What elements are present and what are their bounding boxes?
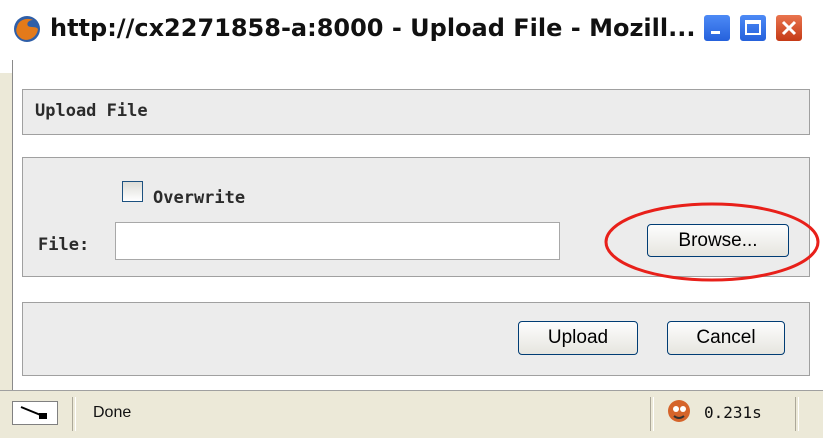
timer-text: 0.231s <box>704 403 762 422</box>
overwrite-checkbox[interactable] <box>122 181 143 202</box>
maximize-button[interactable] <box>739 14 767 42</box>
close-icon <box>781 20 797 36</box>
file-label: File: <box>38 235 90 255</box>
maximize-icon <box>745 20 761 35</box>
status-separator <box>795 397 799 431</box>
minimize-button[interactable] <box>703 14 731 42</box>
close-button[interactable] <box>775 14 803 42</box>
status-separator <box>650 397 654 431</box>
overwrite-label: Overwrite <box>153 188 246 208</box>
cancel-button[interactable]: Cancel <box>667 321 785 355</box>
header-panel: Upload File <box>22 89 810 135</box>
connection-icon <box>12 401 58 425</box>
window-title: http://cx2271858-a:8000 - Upload File - … <box>50 14 696 42</box>
actions-panel: Upload Cancel <box>22 302 810 376</box>
browser-window: http://cx2271858-a:8000 - Upload File - … <box>0 0 823 438</box>
status-bar: Done 0.231s <box>0 390 823 438</box>
status-separator <box>72 397 76 431</box>
upload-button[interactable]: Upload <box>518 321 638 355</box>
page-title: Upload File <box>35 101 148 121</box>
status-text: Done <box>93 404 132 421</box>
firefox-icon <box>14 16 40 42</box>
highlight-circle <box>604 202 820 282</box>
file-path-input[interactable] <box>115 222 560 260</box>
timer-icon <box>668 400 690 422</box>
minimize-icon <box>711 31 720 34</box>
